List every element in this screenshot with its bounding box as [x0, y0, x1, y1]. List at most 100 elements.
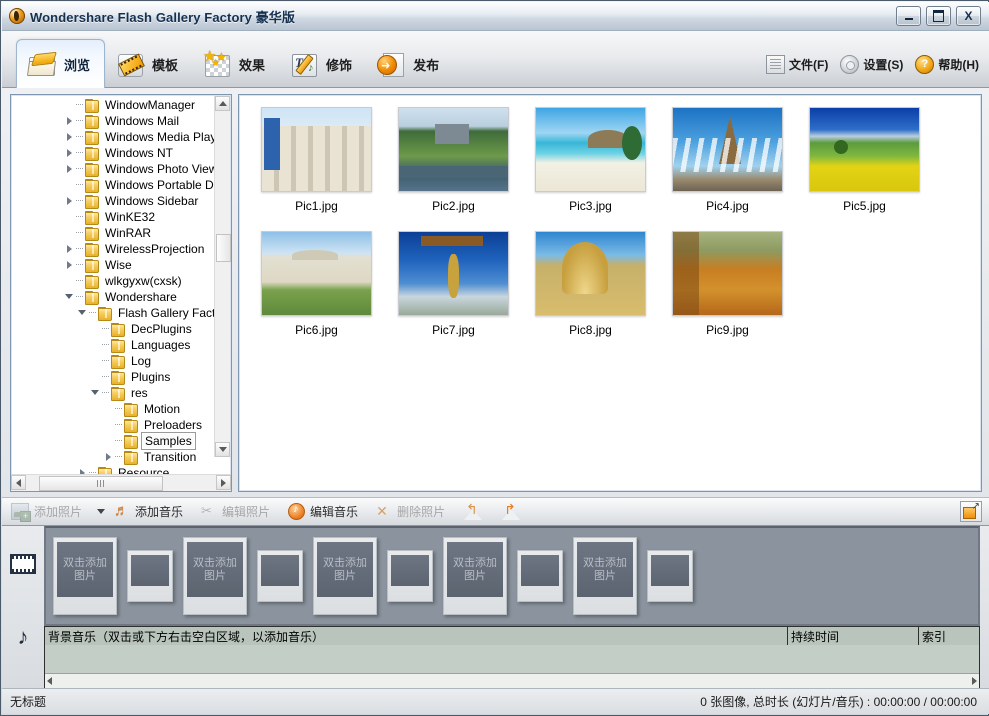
- chevron-right-icon[interactable]: [63, 161, 76, 177]
- add-photo-button[interactable]: + 添加照片: [2, 500, 91, 523]
- tab-browse[interactable]: 浏览: [16, 39, 106, 88]
- chevron-right-icon[interactable]: [63, 193, 76, 209]
- slide-slot[interactable]: 双击添加图片: [183, 537, 247, 615]
- add-music-button[interactable]: ♬ 添加音乐: [105, 500, 192, 523]
- tree-item[interactable]: Windows NT: [11, 145, 215, 161]
- application-window: Wondershare Flash Gallery Factory 豪华版 X …: [0, 0, 989, 716]
- tab-publish[interactable]: ➜ 发布: [366, 41, 453, 87]
- tree-scroll-left-button[interactable]: [11, 475, 26, 490]
- slide-slot[interactable]: 双击添加图片: [313, 537, 377, 615]
- maximize-button[interactable]: [926, 6, 951, 26]
- chevron-down-icon[interactable]: [89, 385, 102, 401]
- expand-panel-button[interactable]: ↗: [960, 501, 982, 522]
- menu-help[interactable]: ? 帮助(H): [915, 55, 979, 74]
- music-scroll-right-icon[interactable]: [972, 677, 977, 685]
- edit-music-button[interactable]: 编辑音乐: [279, 500, 367, 523]
- tree-item[interactable]: Windows Portable Device: [11, 177, 215, 193]
- tree-item[interactable]: Windows Media Player: [11, 129, 215, 145]
- tree-item[interactable]: WinKE32: [11, 209, 215, 225]
- tree-vertical-scrollbar[interactable]: [214, 96, 231, 457]
- transition-slot[interactable]: [387, 550, 433, 602]
- thumbnail-image: [672, 230, 783, 316]
- thumbnail-item[interactable]: Pic5.jpg: [796, 105, 933, 229]
- edit-photo-button[interactable]: ✂ 编辑照片: [192, 500, 279, 523]
- tree-item[interactable]: Windows Photo Viewer: [11, 161, 215, 177]
- chevron-right-icon[interactable]: [63, 145, 76, 161]
- undo-button[interactable]: ↰: [454, 500, 492, 523]
- tree-item[interactable]: Flash Gallery Factory: [11, 305, 215, 321]
- tab-effects[interactable]: ★ ★ ★ 效果: [192, 41, 279, 87]
- tree-item[interactable]: wlkgyxw(cxsk): [11, 273, 215, 289]
- transition-slot[interactable]: [127, 550, 173, 602]
- folder-tree[interactable]: WindowManager Windows Mail Windows Media P…: [11, 97, 215, 474]
- tree-item[interactable]: Languages: [11, 337, 215, 353]
- chevron-right-icon[interactable]: [63, 113, 76, 129]
- menu-settings[interactable]: 设置(S): [840, 55, 903, 74]
- chevron-right-icon[interactable]: [63, 257, 76, 273]
- tree-item[interactable]: WirelessProjection: [11, 241, 215, 257]
- tree-item[interactable]: Wise: [11, 257, 215, 273]
- tree-item[interactable]: Resource: [11, 465, 215, 474]
- music-horizontal-scrollbar[interactable]: [45, 673, 979, 688]
- thumbnail-item[interactable]: Pic9.jpg: [659, 229, 796, 353]
- delete-photo-button[interactable]: ✕ 删除照片: [367, 500, 454, 523]
- slide-slot[interactable]: 双击添加图片: [443, 537, 507, 615]
- menu-file[interactable]: 文件(F): [766, 55, 828, 74]
- tree-item[interactable]: Samples: [11, 432, 215, 450]
- chevron-right-icon[interactable]: [63, 129, 76, 145]
- tab-browse-label: 浏览: [64, 57, 91, 73]
- tree-scroll-down-button[interactable]: [215, 442, 230, 457]
- tree-item[interactable]: Windows Mail: [11, 113, 215, 129]
- tree-hscroll-thumb[interactable]: [39, 476, 163, 491]
- music-track-header: 背景音乐（双击或下方右击空白区域，以添加音乐） 持续时间 索引: [44, 626, 980, 645]
- thumbnail-item[interactable]: Pic1.jpg: [248, 105, 385, 229]
- music-track-body[interactable]: [44, 645, 980, 689]
- tree-item[interactable]: WinRAR: [11, 225, 215, 241]
- close-button[interactable]: X: [956, 6, 981, 26]
- transition-slot[interactable]: [517, 550, 563, 602]
- chevron-right-icon[interactable]: [102, 449, 115, 465]
- chevron-down-icon[interactable]: [63, 289, 76, 305]
- tree-item[interactable]: res: [11, 385, 215, 401]
- slide-placeholder: [131, 555, 169, 586]
- tree-item[interactable]: Log: [11, 353, 215, 369]
- folder-icon: [110, 354, 125, 369]
- tree-item[interactable]: Plugins: [11, 369, 215, 385]
- tree-item[interactable]: Motion: [11, 401, 215, 417]
- tree-item[interactable]: Wondershare: [11, 289, 215, 305]
- thumbnail-item[interactable]: Pic6.jpg: [248, 229, 385, 353]
- chevron-right-icon[interactable]: [76, 465, 89, 474]
- thumbnail-item[interactable]: Pic2.jpg: [385, 105, 522, 229]
- thumbnail-item[interactable]: Pic8.jpg: [522, 229, 659, 353]
- tree-scroll-thumb[interactable]: [216, 234, 231, 262]
- music-scroll-left-icon[interactable]: [47, 677, 52, 685]
- slide-placeholder: 双击添加图片: [187, 542, 243, 597]
- edit-music-icon: [288, 503, 306, 520]
- tab-template[interactable]: 模板: [105, 41, 192, 87]
- storyboard-strip[interactable]: 双击添加图片 双击添加图片 双击添加图片 双击添加图片 双击添加图片: [44, 526, 980, 626]
- transition-slot[interactable]: [257, 550, 303, 602]
- tree-horizontal-scrollbar[interactable]: [11, 474, 231, 491]
- tab-decorate[interactable]: T ♪ 修饰: [279, 41, 366, 87]
- chevron-down-icon[interactable]: [76, 305, 89, 321]
- tree-item[interactable]: DecPlugins: [11, 321, 215, 337]
- thumbnail-label: Pic1.jpg: [295, 199, 338, 213]
- slide-slot[interactable]: 双击添加图片: [53, 537, 117, 615]
- thumbnail-item[interactable]: Pic4.jpg: [659, 105, 796, 229]
- chevron-right-icon[interactable]: [63, 241, 76, 257]
- add-photo-dropdown-icon[interactable]: [97, 509, 106, 514]
- tree-item[interactable]: Preloaders: [11, 417, 215, 433]
- tree-item-label: Plugins: [131, 370, 171, 384]
- minimize-button[interactable]: [896, 6, 921, 26]
- transition-slot[interactable]: [647, 550, 693, 602]
- file-icon: [766, 55, 785, 74]
- slide-slot[interactable]: 双击添加图片: [573, 537, 637, 615]
- tree-item[interactable]: Transition: [11, 449, 215, 465]
- thumbnail-item[interactable]: Pic7.jpg: [385, 229, 522, 353]
- redo-button[interactable]: ↱: [492, 500, 530, 523]
- tree-item[interactable]: WindowManager: [11, 97, 215, 113]
- thumbnail-item[interactable]: Pic3.jpg: [522, 105, 659, 229]
- tree-scroll-right-button[interactable]: [216, 475, 231, 490]
- tree-item[interactable]: Windows Sidebar: [11, 193, 215, 209]
- tree-scroll-up-button[interactable]: [215, 96, 230, 111]
